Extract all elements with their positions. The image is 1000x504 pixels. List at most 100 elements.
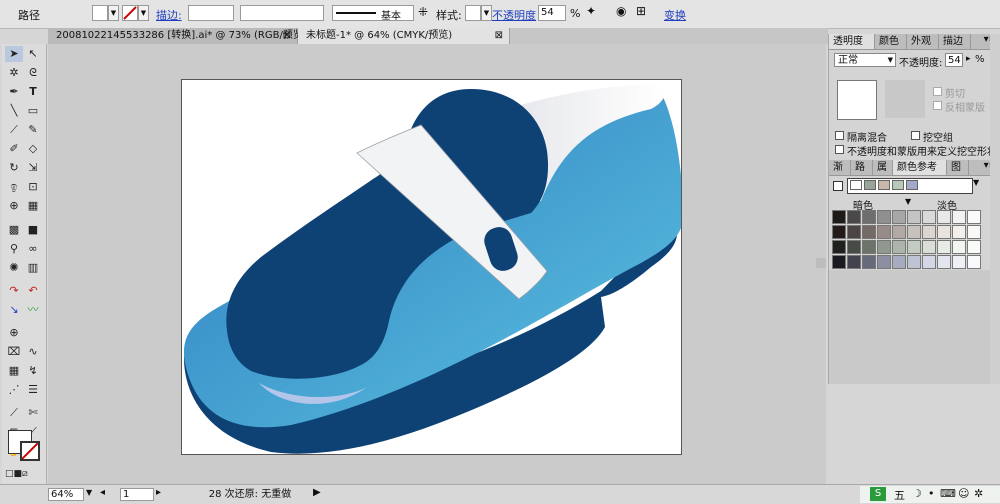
- opacity-link[interactable]: 不透明度: [492, 7, 536, 23]
- transform-link[interactable]: 变换: [664, 7, 686, 23]
- custom-tool-c-icon[interactable]: ↘: [5, 302, 23, 318]
- harmony-color-swatch[interactable]: [906, 180, 918, 190]
- mesh-tool-icon[interactable]: ▩: [5, 222, 23, 238]
- fill-dropdown-arrow[interactable]: ▼: [108, 5, 119, 21]
- style-dropdown-arrow[interactable]: ▼: [481, 5, 492, 21]
- artboard-number-input[interactable]: 1: [120, 488, 154, 501]
- knockout-group-checkbox[interactable]: [911, 131, 920, 140]
- ime-mode-label[interactable]: 五: [894, 487, 905, 503]
- color-swatch[interactable]: [877, 255, 891, 269]
- free-transform-tool-icon[interactable]: ⊡: [24, 179, 42, 195]
- color-swatch[interactable]: [907, 210, 921, 224]
- color-swatch[interactable]: [892, 210, 906, 224]
- rotate-tool-icon[interactable]: ↻: [5, 160, 23, 176]
- color-swatch[interactable]: [892, 255, 906, 269]
- next-artboard-icon[interactable]: ▸: [156, 487, 161, 498]
- paintbrush-tool-icon[interactable]: ⟋: [5, 122, 23, 138]
- tab-gradient[interactable]: 渐: [829, 160, 851, 175]
- color-swatch[interactable]: [922, 255, 936, 269]
- twist-tool-icon[interactable]: ↯: [24, 363, 42, 379]
- zoom-dropdown-arrow[interactable]: ▼: [86, 488, 92, 497]
- tab-graphic-styles[interactable]: 图: [947, 160, 969, 175]
- shape-builder-tool-icon[interactable]: ⊕: [5, 198, 23, 214]
- color-swatch[interactable]: [862, 210, 876, 224]
- color-swatch[interactable]: [847, 225, 861, 239]
- isolate-blending-checkbox[interactable]: [835, 131, 844, 140]
- close-icon[interactable]: ⊠: [283, 28, 291, 44]
- opacity-stepper[interactable]: ▸: [966, 54, 971, 64]
- style-swatch[interactable]: [465, 5, 481, 21]
- color-swatch[interactable]: [847, 240, 861, 254]
- stroke-color-swatch[interactable]: [122, 5, 138, 21]
- vertical-scroll-thumb[interactable]: [816, 258, 826, 268]
- variable-width-dropdown[interactable]: [240, 5, 324, 21]
- wave-tool-icon[interactable]: ∿: [24, 344, 42, 360]
- tab-attributes[interactable]: 属: [873, 160, 893, 175]
- harmony-color-swatch[interactable]: [864, 180, 876, 190]
- harmony-colors-strip[interactable]: [847, 178, 973, 194]
- knife-tool-icon[interactable]: ⟋: [5, 405, 23, 421]
- tab-document-1[interactable]: 20081022145533286 [转换].ai* @ 73% (RGB/预览…: [48, 28, 307, 44]
- color-swatch[interactable]: [952, 225, 966, 239]
- pencil-tool-icon[interactable]: ✎: [24, 122, 42, 138]
- color-swatch[interactable]: [832, 210, 846, 224]
- magic-wand-tool-icon[interactable]: ✲: [5, 65, 23, 81]
- color-swatch[interactable]: [862, 225, 876, 239]
- tab-transparency[interactable]: 透明度: [829, 34, 875, 49]
- custom-tool-d-icon[interactable]: 〰: [24, 302, 42, 318]
- pen-tool-icon[interactable]: ✒: [5, 84, 23, 100]
- custom-tool-a-icon[interactable]: ↷: [5, 283, 23, 299]
- color-swatch[interactable]: [877, 210, 891, 224]
- dock-collapse-strip[interactable]: [990, 34, 1000, 384]
- close-icon[interactable]: ⊠: [495, 28, 503, 44]
- color-swatch[interactable]: [967, 240, 981, 254]
- tools-icon[interactable]: ✲: [974, 487, 983, 500]
- harmony-color-swatch[interactable]: [850, 180, 862, 190]
- stroke-link[interactable]: 描边:: [156, 7, 182, 23]
- color-swatch[interactable]: [937, 210, 951, 224]
- stroke-weight-input[interactable]: [188, 5, 234, 21]
- user-icon[interactable]: ☺: [958, 487, 969, 500]
- artboard[interactable]: [181, 79, 683, 455]
- first-artboard-icon[interactable]: ◂: [100, 487, 105, 498]
- harmony-color-swatch[interactable]: [878, 180, 890, 190]
- selection-tool-icon[interactable]: ➤: [5, 46, 23, 62]
- color-swatch[interactable]: [907, 255, 921, 269]
- color-swatch[interactable]: [937, 255, 951, 269]
- tab-color[interactable]: 颜色: [875, 34, 907, 49]
- panel-opacity-input[interactable]: 54: [945, 53, 963, 67]
- color-swatch[interactable]: [862, 240, 876, 254]
- tab-stroke[interactable]: 描边: [939, 34, 971, 49]
- color-mode-icon[interactable]: □■⧄: [5, 466, 28, 482]
- opacity-mask-checkbox[interactable]: [835, 145, 844, 154]
- keyboard-icon[interactable]: ⌨: [940, 487, 956, 500]
- scale-tool-icon[interactable]: ⇲: [24, 160, 42, 176]
- harmony-color-swatch[interactable]: [892, 180, 904, 190]
- color-swatch[interactable]: [877, 240, 891, 254]
- status-menu-arrow[interactable]: ▶: [313, 487, 321, 498]
- recolor-artwork-icon[interactable]: ✦: [586, 4, 596, 18]
- color-swatch[interactable]: [952, 240, 966, 254]
- color-swatch[interactable]: [832, 255, 846, 269]
- color-swatch[interactable]: [877, 225, 891, 239]
- blob-brush-tool-icon[interactable]: ✐: [5, 141, 23, 157]
- color-swatch[interactable]: [832, 240, 846, 254]
- color-swatch[interactable]: [937, 225, 951, 239]
- zigzag-tool-icon[interactable]: ⋰: [5, 382, 23, 398]
- opacity-input[interactable]: 54: [538, 5, 566, 21]
- harmony-rules-dropdown[interactable]: ▼: [973, 178, 979, 187]
- eyedropper-tool-icon[interactable]: ⚲: [5, 241, 23, 257]
- warp-tool-icon[interactable]: ඉ: [5, 179, 23, 195]
- color-swatch[interactable]: [967, 210, 981, 224]
- isolate-object-icon[interactable]: ◉: [616, 4, 626, 18]
- color-swatch[interactable]: [847, 210, 861, 224]
- invert-mask-checkbox[interactable]: [933, 101, 942, 110]
- color-swatch[interactable]: [892, 225, 906, 239]
- lasso-tool-icon[interactable]: ᘓ: [24, 65, 42, 81]
- scissors-tool-icon[interactable]: ✄: [24, 405, 42, 421]
- tab-color-guide[interactable]: 颜色参考: [893, 160, 947, 175]
- dot-icon[interactable]: •: [928, 487, 935, 500]
- align-icon[interactable]: ⊞: [636, 4, 646, 18]
- gradient-tool-icon[interactable]: ■: [24, 222, 42, 238]
- rectangle-tool-icon[interactable]: ▭: [24, 103, 42, 119]
